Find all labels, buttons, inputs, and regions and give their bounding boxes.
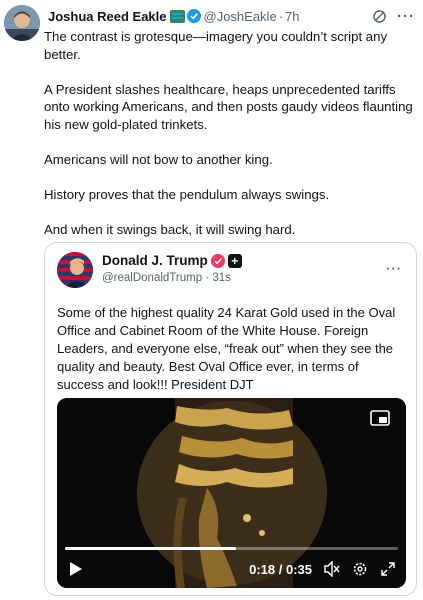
picture-in-picture-icon[interactable] <box>370 410 390 426</box>
play-icon[interactable] <box>69 561 83 577</box>
quoted-time[interactable]: 31s <box>212 272 231 284</box>
quoted-tweet-card[interactable]: Donald J. Trump + @realDonaldTrump · 31s… <box>44 242 417 596</box>
author-name[interactable]: Joshua Reed Eakle <box>48 9 167 24</box>
quoted-tweet-text: Some of the highest quality 24 Karat Gol… <box>57 305 396 392</box>
tweet-time[interactable]: 7h <box>285 9 299 24</box>
video-controls: 0:18 / 0:35 <box>57 556 406 582</box>
flag-emoji-icon <box>169 9 185 23</box>
separator-dot: · <box>278 8 284 24</box>
tweet-paragraph: Americans will not bow to another king. <box>44 151 273 167</box>
video-player[interactable]: 0:18 / 0:35 <box>57 398 406 588</box>
quoted-more-options-icon[interactable]: ··· <box>386 261 402 276</box>
video-progress-bar[interactable] <box>65 547 398 550</box>
verified-badge-icon[interactable] <box>186 9 201 23</box>
separator-dot: · <box>205 272 210 284</box>
tweet-body: The contrast is grotesque—imagery you co… <box>44 28 413 256</box>
more-options-icon[interactable]: ··· <box>397 9 415 24</box>
quoted-author-name[interactable]: Donald J. Trump <box>102 253 208 268</box>
video-time-readout: 0:18 / 0:35 <box>249 561 312 577</box>
quoted-header: Donald J. Trump + <box>102 253 242 268</box>
author-avatar[interactable] <box>4 5 40 41</box>
tweet-paragraph: A President slashes healthcare, heaps un… <box>44 81 413 132</box>
quoted-handle[interactable]: @realDonaldTrump <box>102 272 202 284</box>
grok-icon[interactable] <box>372 9 387 24</box>
video-progress-fill <box>65 547 237 550</box>
tweet-header: Joshua Reed Eakle @JoshEakle · 7h ··· <box>48 6 415 26</box>
tweet-paragraph: And when it swings back, it will swing h… <box>44 221 296 237</box>
author-handle[interactable]: @JoshEakle <box>204 9 277 24</box>
affiliation-badge-icon[interactable]: + <box>227 253 242 268</box>
fullscreen-icon[interactable] <box>380 561 396 577</box>
tweet-paragraph: History proves that the pendulum always … <box>44 186 330 202</box>
mute-icon[interactable] <box>324 561 340 577</box>
verified-badge-icon[interactable] <box>210 253 225 268</box>
quoted-author-avatar[interactable] <box>57 252 93 288</box>
settings-gear-icon[interactable] <box>352 561 368 577</box>
tweet-paragraph: The contrast is grotesque—imagery you co… <box>44 29 388 62</box>
quoted-meta: @realDonaldTrump · 31s <box>102 272 231 284</box>
